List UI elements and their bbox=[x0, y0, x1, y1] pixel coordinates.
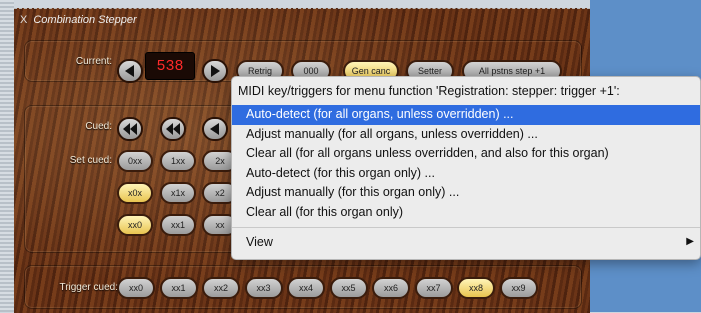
arrow-right-icon bbox=[211, 65, 220, 77]
midi-context-menu: MIDI key/triggers for menu function 'Reg… bbox=[231, 76, 701, 260]
menu-item-0[interactable]: Auto-detect (for all organs, unless over… bbox=[232, 105, 700, 125]
trigger-cued-xx8[interactable]: xx8 bbox=[457, 277, 495, 299]
current-label: Current: bbox=[75, 56, 112, 67]
trigger-cued-xx0[interactable]: xx0 bbox=[117, 277, 155, 299]
set-cued-0xx[interactable]: 0xx bbox=[117, 150, 153, 172]
cued-back-button[interactable] bbox=[202, 117, 228, 141]
double-arrow-left-icon bbox=[123, 123, 137, 135]
cued-label: Cued: bbox=[85, 121, 112, 132]
trigger-cued-xx5[interactable]: xx5 bbox=[329, 277, 368, 299]
arrow-left-icon bbox=[210, 123, 219, 135]
trigger-cued-label: Trigger cued: bbox=[59, 282, 118, 293]
menu-item-5[interactable]: Clear all (for this organ only) bbox=[232, 203, 700, 223]
trigger-cued-xx3[interactable]: xx3 bbox=[244, 277, 283, 299]
arrow-left-icon bbox=[125, 65, 134, 77]
set-cued-1xx[interactable]: 1xx bbox=[160, 150, 196, 172]
menu-header: MIDI key/triggers for menu function 'Reg… bbox=[238, 84, 620, 98]
double-arrow-left-icon bbox=[166, 123, 180, 135]
previous-button[interactable] bbox=[117, 59, 143, 83]
set-cued-xx1[interactable]: xx1 bbox=[160, 214, 196, 236]
menu-item-1[interactable]: Adjust manually (for all organs, unless … bbox=[232, 125, 700, 145]
trigger-cued-xx7[interactable]: xx7 bbox=[414, 277, 453, 299]
set-cued-x0x[interactable]: x0x bbox=[117, 182, 153, 204]
menu-item-4[interactable]: Adjust manually (for this organ only) ..… bbox=[232, 183, 700, 203]
menu-item-view[interactable]: View ▶ bbox=[232, 232, 700, 252]
menu-item-3[interactable]: Auto-detect (for this organ only) ... bbox=[232, 164, 700, 184]
menu-separator bbox=[232, 227, 700, 228]
cued-first-button[interactable] bbox=[117, 117, 143, 141]
menu-view-label: View bbox=[246, 235, 273, 249]
submenu-arrow-icon: ▶ bbox=[686, 236, 694, 247]
set-cued-xx0[interactable]: xx0 bbox=[117, 214, 153, 236]
next-button[interactable] bbox=[202, 59, 228, 83]
menu-item-2[interactable]: Clear all (for all organs unless overrid… bbox=[232, 144, 700, 164]
close-icon[interactable]: X bbox=[20, 14, 27, 26]
window-edge-strip bbox=[0, 0, 14, 312]
set-cued-x1x[interactable]: x1x bbox=[160, 182, 196, 204]
menu-items: Auto-detect (for all organs, unless over… bbox=[232, 105, 700, 222]
trigger-cued-xx1[interactable]: xx1 bbox=[159, 277, 198, 299]
trigger-cued-xx2[interactable]: xx2 bbox=[202, 277, 240, 299]
trigger-cued-xx9[interactable]: xx9 bbox=[499, 277, 538, 299]
title-bar: X Combination Stepper bbox=[14, 9, 590, 31]
set-cued-label: Set cued: bbox=[69, 155, 112, 166]
trigger-cued-xx4[interactable]: xx4 bbox=[287, 277, 325, 299]
window-title: Combination Stepper bbox=[33, 14, 137, 26]
cued-back-ten-button[interactable] bbox=[160, 117, 186, 141]
trigger-cued-xx6[interactable]: xx6 bbox=[372, 277, 410, 299]
position-counter: 538 bbox=[145, 52, 195, 80]
